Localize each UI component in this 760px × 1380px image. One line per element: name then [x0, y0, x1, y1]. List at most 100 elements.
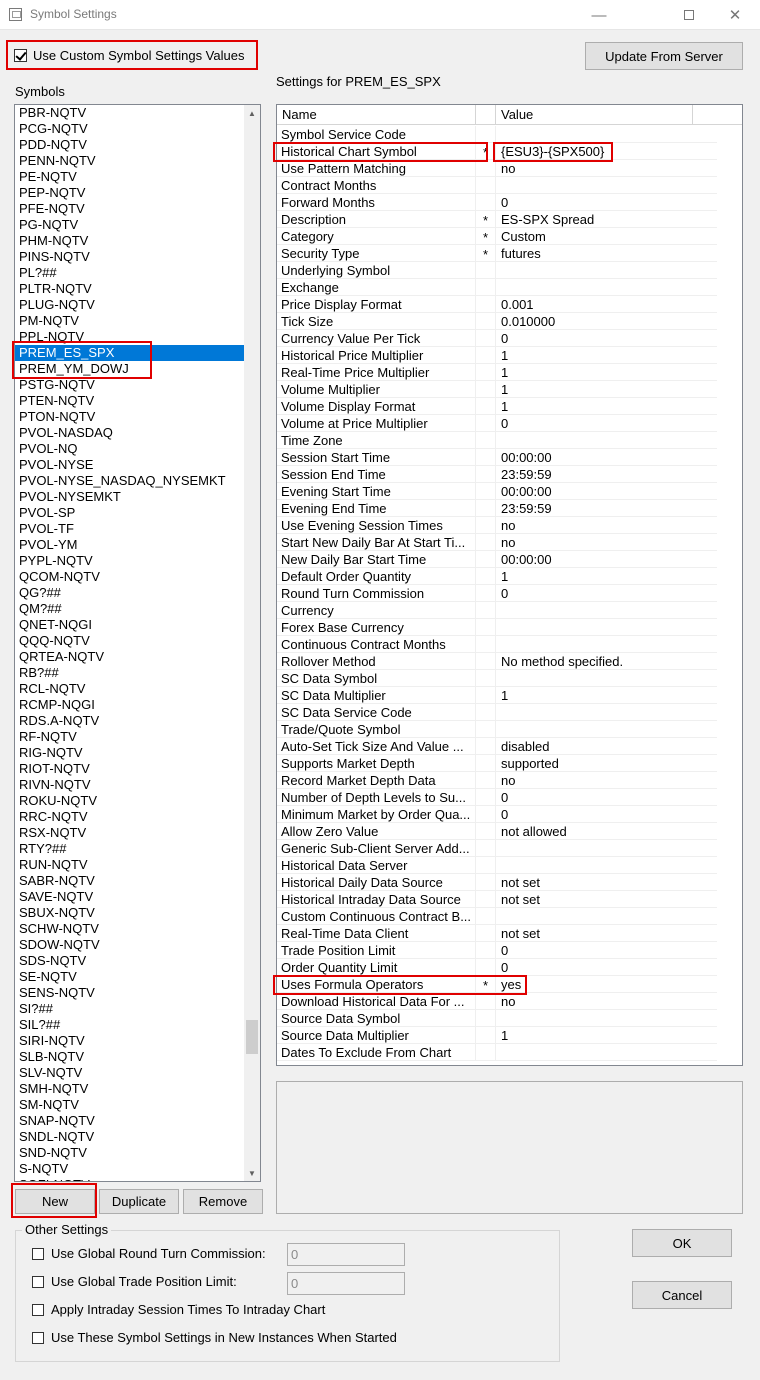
- ok-button[interactable]: OK: [632, 1229, 732, 1257]
- grid-row-value[interactable]: [496, 619, 717, 636]
- symbol-list-item[interactable]: PEP-NQTV: [15, 185, 245, 201]
- grid-row[interactable]: Number of Depth Levels to Su... 0: [277, 789, 717, 806]
- grid-row-value[interactable]: [496, 1044, 717, 1061]
- scrollbar-thumb[interactable]: [246, 1020, 258, 1054]
- grid-row-value[interactable]: [496, 279, 717, 296]
- grid-row-value[interactable]: ES-SPX Spread: [496, 211, 717, 228]
- grid-row[interactable]: Underlying Symbol: [277, 262, 717, 279]
- grid-row[interactable]: Continuous Contract Months: [277, 636, 717, 653]
- symbol-list-item[interactable]: PLUG-NQTV: [15, 297, 245, 313]
- symbol-list-item[interactable]: PM-NQTV: [15, 313, 245, 329]
- grid-row[interactable]: Record Market Depth Data no: [277, 772, 717, 789]
- symbol-list-item[interactable]: RCMP-NQGI: [15, 697, 245, 713]
- symbol-list-item[interactable]: SIRI-NQTV: [15, 1033, 245, 1049]
- grid-row[interactable]: Session End Time 23:59:59: [277, 466, 717, 483]
- grid-row-value[interactable]: 1: [496, 568, 717, 585]
- grid-row-value[interactable]: [496, 704, 717, 721]
- maximize-button[interactable]: [666, 0, 712, 30]
- grid-header-flag[interactable]: [476, 105, 496, 125]
- symbol-list-item[interactable]: PVOL-YM: [15, 537, 245, 553]
- duplicate-button[interactable]: Duplicate: [99, 1189, 179, 1214]
- grid-row[interactable]: Download Historical Data For ... no: [277, 993, 717, 1010]
- grid-row[interactable]: Volume Display Format 1: [277, 398, 717, 415]
- use-in-new-option[interactable]: Use These Symbol Settings in New Instanc…: [32, 1330, 397, 1345]
- symbol-list-item[interactable]: SE-NQTV: [15, 969, 245, 985]
- symbol-list-item[interactable]: RIG-NQTV: [15, 745, 245, 761]
- minimize-button[interactable]: —: [576, 0, 622, 30]
- grid-row[interactable]: Symbol Service Code: [277, 126, 717, 143]
- grid-row-value[interactable]: 0.010000: [496, 313, 717, 330]
- grid-row-value[interactable]: 0: [496, 789, 717, 806]
- symbol-list-item[interactable]: ROKU-NQTV: [15, 793, 245, 809]
- grid-row[interactable]: Historical Intraday Data Source not set: [277, 891, 717, 908]
- grid-row[interactable]: Time Zone: [277, 432, 717, 449]
- grid-row[interactable]: Forex Base Currency: [277, 619, 717, 636]
- symbol-list-item[interactable]: RRC-NQTV: [15, 809, 245, 825]
- grid-row[interactable]: New Daily Bar Start Time 00:00:00: [277, 551, 717, 568]
- global-tpl-input[interactable]: 0: [287, 1272, 405, 1295]
- grid-row[interactable]: Currency: [277, 602, 717, 619]
- grid-row-value[interactable]: yes: [496, 976, 717, 993]
- symbol-list-item[interactable]: RDS.A-NQTV: [15, 713, 245, 729]
- grid-row[interactable]: Custom Continuous Contract B...: [277, 908, 717, 925]
- grid-row[interactable]: SC Data Symbol: [277, 670, 717, 687]
- symbol-list-item[interactable]: SMH-NQTV: [15, 1081, 245, 1097]
- grid-row-value[interactable]: 0: [496, 585, 717, 602]
- symbol-list-item[interactable]: PENN-NQTV: [15, 153, 245, 169]
- grid-row-value[interactable]: No method specified.: [496, 653, 717, 670]
- grid-row[interactable]: SC Data Service Code: [277, 704, 717, 721]
- grid-row[interactable]: SC Data Multiplier 1: [277, 687, 717, 704]
- global-tpl-option[interactable]: Use Global Trade Position Limit:: [32, 1274, 237, 1289]
- grid-row-value[interactable]: no: [496, 993, 717, 1010]
- grid-row-value[interactable]: no: [496, 772, 717, 789]
- symbol-list-item[interactable]: SBUX-NQTV: [15, 905, 245, 921]
- grid-row-value[interactable]: [496, 721, 717, 738]
- grid-row-value[interactable]: not set: [496, 891, 717, 908]
- symbol-list-item[interactable]: SM-NQTV: [15, 1097, 245, 1113]
- global-tpl-checkbox[interactable]: [32, 1275, 44, 1288]
- symbol-list-item[interactable]: PFE-NQTV: [15, 201, 245, 217]
- symbol-list-item[interactable]: PVOL-NYSEMKT: [15, 489, 245, 505]
- grid-row-value[interactable]: not allowed: [496, 823, 717, 840]
- grid-row[interactable]: Auto-Set Tick Size And Value ... disabled: [277, 738, 717, 755]
- symbol-list-item[interactable]: SOFI-NQTV: [15, 1177, 245, 1181]
- grid-row[interactable]: Category * Custom: [277, 228, 717, 245]
- grid-row-value[interactable]: [496, 1010, 717, 1027]
- symbol-list-item[interactable]: RIVN-NQTV: [15, 777, 245, 793]
- symbol-list-item[interactable]: PDD-NQTV: [15, 137, 245, 153]
- grid-row-value[interactable]: 1: [496, 398, 717, 415]
- grid-row-value[interactable]: [496, 636, 717, 653]
- grid-row-value[interactable]: [496, 177, 717, 194]
- grid-row-value[interactable]: no: [496, 160, 717, 177]
- symbol-list-item[interactable]: PL?##: [15, 265, 245, 281]
- symbols-scrollbar[interactable]: ▲ ▼: [244, 105, 260, 1181]
- grid-row[interactable]: Source Data Symbol: [277, 1010, 717, 1027]
- grid-row[interactable]: Generic Sub-Client Server Add...: [277, 840, 717, 857]
- grid-row-value[interactable]: futures: [496, 245, 717, 262]
- grid-row-value[interactable]: [496, 670, 717, 687]
- symbol-list-item[interactable]: PE-NQTV: [15, 169, 245, 185]
- grid-row-value[interactable]: 0: [496, 415, 717, 432]
- grid-row[interactable]: Price Display Format 0.001: [277, 296, 717, 313]
- symbol-list-item[interactable]: PCG-NQTV: [15, 121, 245, 137]
- grid-row-value[interactable]: [496, 840, 717, 857]
- symbol-list-item[interactable]: PTEN-NQTV: [15, 393, 245, 409]
- new-button[interactable]: New: [15, 1189, 95, 1214]
- symbols-list[interactable]: PBR-NQTV PCG-NQTV PDD-NQTV PENN-NQTV PE-NQTV…: [14, 104, 261, 1182]
- grid-row[interactable]: Supports Market Depth supported: [277, 755, 717, 772]
- grid-row-value[interactable]: not set: [496, 925, 717, 942]
- grid-row-value[interactable]: [496, 432, 717, 449]
- grid-row-value[interactable]: [496, 602, 717, 619]
- symbol-list-item[interactable]: PVOL-TF: [15, 521, 245, 537]
- grid-row[interactable]: Real-Time Data Client not set: [277, 925, 717, 942]
- cancel-button[interactable]: Cancel: [632, 1281, 732, 1309]
- symbol-list-item[interactable]: SIL?##: [15, 1017, 245, 1033]
- symbol-list-item[interactable]: QCOM-NQTV: [15, 569, 245, 585]
- symbol-list-item[interactable]: SLV-NQTV: [15, 1065, 245, 1081]
- symbol-list-item[interactable]: QNET-NQGI: [15, 617, 245, 633]
- grid-row[interactable]: Dates To Exclude From Chart: [277, 1044, 717, 1061]
- grid-row[interactable]: Exchange: [277, 279, 717, 296]
- grid-row-value[interactable]: 1: [496, 687, 717, 704]
- grid-row-value[interactable]: [496, 908, 717, 925]
- grid-row[interactable]: Historical Price Multiplier 1: [277, 347, 717, 364]
